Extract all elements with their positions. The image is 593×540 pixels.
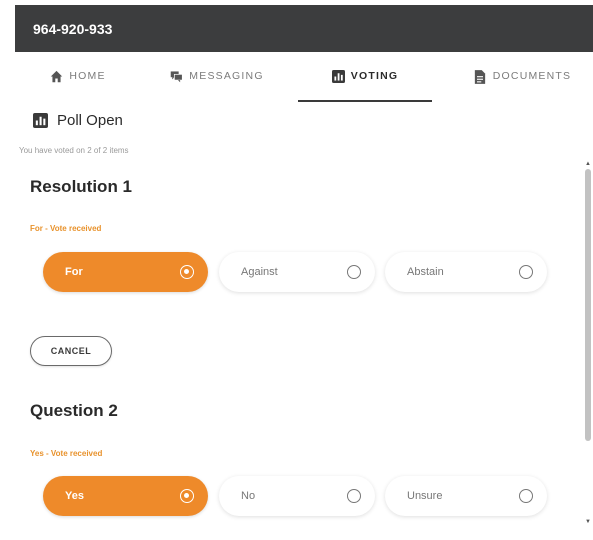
vote-status: For - Vote received [30,224,102,233]
tab-documents-label: DOCUMENTS [492,70,572,82]
item-title: Question 2 [30,401,118,420]
option-label: Abstain [407,266,444,278]
radio-selected-icon [180,489,194,503]
poll-chart-icon [33,113,48,128]
tab-documents[interactable]: DOCUMENTS [455,52,590,100]
option-unsure[interactable]: Unsure [385,476,547,516]
meeting-id: 964-920-933 [33,20,113,37]
tab-home[interactable]: HOME [23,52,133,100]
poll-status: Poll Open [33,112,123,129]
cancel-button[interactable]: CANCEL [30,336,112,366]
header-bar: 964-920-933 [15,5,593,52]
document-icon [474,69,487,84]
voted-count-text: You have voted on 2 of 2 items [19,146,129,155]
tab-bar: HOME MESSAGING VOTING DOCUMENTS [15,52,593,102]
option-label: Unsure [407,490,443,502]
tab-home-label: HOME [69,70,106,82]
tab-voting[interactable]: VOTING [298,52,432,102]
option-label: For [65,266,83,278]
radio-empty-icon [519,489,533,503]
scrollbar[interactable]: ▲ ▼ [583,161,593,540]
radio-empty-icon [347,265,361,279]
tab-messaging[interactable]: MESSAGING [153,52,281,100]
bar-chart-icon [331,69,345,83]
chat-icon [170,70,183,83]
scroll-up-icon[interactable]: ▲ [585,161,591,167]
option-label: Yes [65,490,84,502]
tab-messaging-label: MESSAGING [189,70,264,82]
option-against[interactable]: Against [219,252,375,292]
radio-empty-icon [519,265,533,279]
app-frame: 964-920-933 HOME MESSAGING VOTING DOCUME… [15,5,593,540]
item-title: Resolution 1 [30,177,133,196]
option-label: Against [241,266,278,278]
poll-status-label: Poll Open [57,112,123,129]
home-icon [50,70,63,83]
option-abstain[interactable]: Abstain [385,252,547,292]
scrollbar-thumb[interactable] [585,169,591,441]
radio-empty-icon [347,489,361,503]
option-yes[interactable]: Yes [43,476,208,516]
tab-voting-label: VOTING [350,70,399,82]
scroll-down-icon[interactable]: ▼ [585,519,591,525]
vote-status: Yes - Vote received [30,449,103,458]
option-no[interactable]: No [219,476,375,516]
radio-selected-icon [180,265,194,279]
option-label: No [241,490,256,502]
option-for[interactable]: For [43,252,208,292]
